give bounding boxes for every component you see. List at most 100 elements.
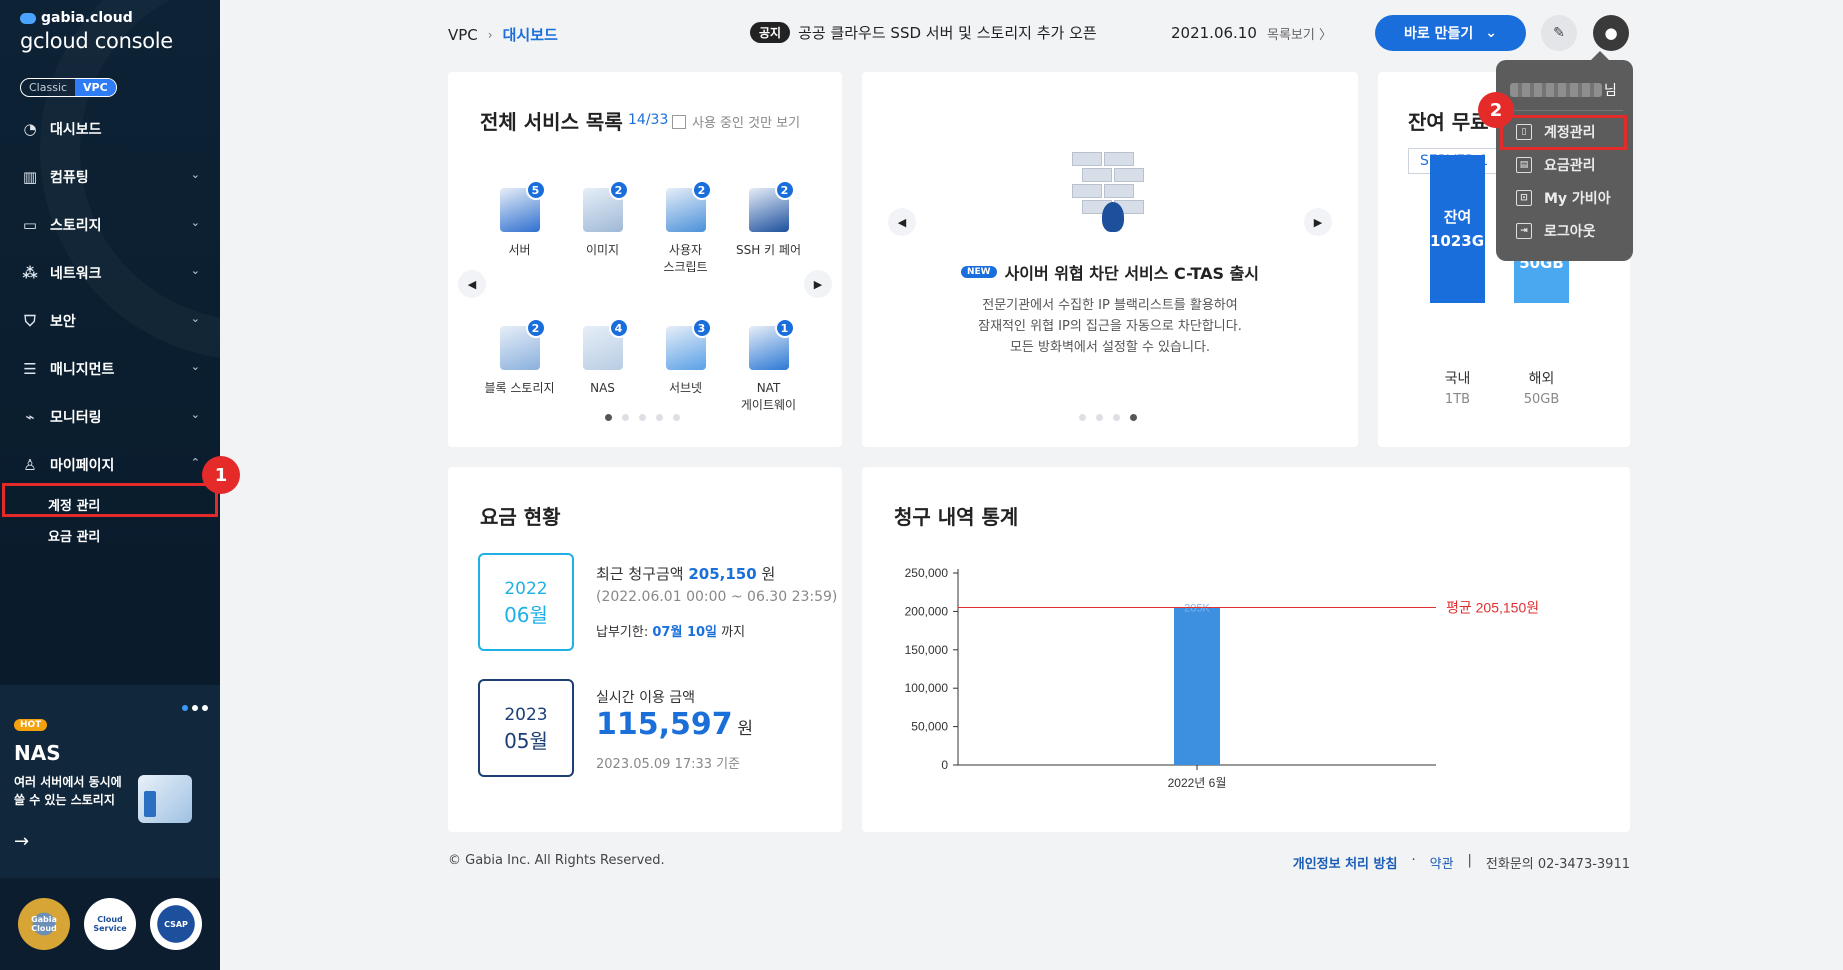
sidebar-item-management[interactable]: ☰ 매니지먼트 ⌄ [0,345,220,393]
chevron-down-icon: ⌄ [190,360,200,373]
new-badge: NEW [960,266,997,278]
network-icon: ⁂ [22,264,38,282]
in-use-filter-label: 사용 중인 것만 보기 [692,116,801,131]
due-date-row: 납부기한: 07월 10일 까지 [596,621,745,640]
due-date: 07월 10일 [652,625,718,640]
notice-bar[interactable]: 공지 공공 클라우드 SSD 서버 및 스토리지 추가 오픈 [750,22,1097,43]
cert-badge-icon: Gabia Cloud [18,898,70,950]
service-item[interactable]: 5 서버 [478,180,561,308]
currency-label: 원 [737,719,754,739]
chat-button[interactable]: ✎ [1541,15,1577,51]
notice-list-link[interactable]: 목록보기 〉 [1267,24,1332,43]
sidebar-item-security[interactable]: ⛉ 보안 ⌄ [0,297,220,345]
step-badge-1: 1 [202,456,240,494]
billing-month-box: 2022 06월 [478,553,574,651]
chevron-down-icon: ⌄ [1485,25,1497,41]
sidebar-item-mypage[interactable]: ♙ 마이페이지 ⌃ [0,441,220,489]
banner-next-button[interactable]: ▶ [1304,208,1332,236]
service-count-badge: 2 [525,318,546,338]
recent-bill-period: (2022.06.01 00:00 ~ 06.30 23:59) [596,589,838,605]
user-menu-button[interactable]: ● [1593,15,1629,51]
user-dropdown-menu: 님 ▯ 계정관리 ▤ 요금관리 ⊡ My 가비아 ⇥ 로그아웃 [1496,51,1633,261]
recent-bill-row: 최근 청구금액 205,150 원 [596,563,775,584]
monitoring-icon: ⌁ [25,408,35,426]
realtime-label: 실시간 이용 금액 [596,690,696,706]
region-label: 국내 [1444,371,1471,387]
dropdown-item-my-gabia[interactable]: ⊡ My 가비아 [1516,188,1611,208]
arrow-right-icon[interactable]: → [14,831,29,852]
banner-prev-button[interactable]: ◀ [888,208,916,236]
blurred-username [1510,83,1602,97]
sidebar-subitem-billing[interactable]: 요금 관리 [48,520,220,551]
service-label: SSH 키 페어 [735,243,801,257]
carousel-prev-button[interactable]: ◀ [458,270,486,298]
sidebar-item-label: 보안 [50,314,76,330]
user-name-suffix: 님 [1604,83,1617,99]
notice-tag: 공지 [750,22,791,43]
in-use-filter[interactable]: 사용 중인 것만 보기 [672,112,800,131]
user-icon: ♙ [23,456,37,474]
service-item[interactable]: 1 NAT 게이트웨이 [727,318,810,446]
sidebar-item-storage[interactable]: ▭ 스토리지 ⌄ [0,201,220,249]
dropdown-item-label: 로그아웃 [1544,224,1596,240]
service-item[interactable]: 3 서브넷 [644,318,727,446]
breadcrumb-current: 대시보드 [502,26,558,44]
due-suffix: 까지 [721,625,746,640]
dashboard-icon: ◔ [23,120,37,138]
service-pager[interactable] [605,414,680,421]
banner-desc-line: 모든 방화벽에서 설정할 수 있습니다. [1009,340,1211,355]
sidebar-item-network[interactable]: ⁂ 네트워크 ⌄ [0,249,220,297]
service-item[interactable]: 2 블록 스토리지 [478,318,561,446]
service-label: 이미지 [585,243,620,257]
privacy-link[interactable]: 개인정보 처리 방침 [1293,853,1398,872]
brand-logo[interactable]: gabia.cloud gcloud console [20,10,173,53]
promo-pager[interactable] [182,705,208,711]
due-label: 납부기한: [596,625,649,640]
chevron-down-icon: ⌄ [190,312,200,325]
chevron-down-icon: ⌄ [190,264,200,277]
banner-pager[interactable] [1079,414,1137,421]
y-tick-label: 250,000 [905,566,949,580]
y-tick-label: 0 [941,758,948,772]
cert-badge-icon: CSAP [150,898,202,950]
promo-title: NAS [14,741,61,765]
service-item[interactable]: 2 사용자 스크립트 [644,180,727,308]
mode-switch[interactable]: Classic VPC [20,78,117,97]
service-count-badge: 4 [608,318,629,338]
quick-create-button[interactable]: 바로 만들기 ⌄ [1375,15,1526,51]
sidebar-item-monitoring[interactable]: ⌁ 모니터링 ⌄ [0,393,220,441]
service-grid: 5 서버 2 이미지 2 사용자 스크립트 2 SSH 키 페어 2 블록 스토리지 4 NAS 3 서브… [478,180,812,446]
service-icon: 2 [494,318,546,374]
carousel-next-button[interactable]: ▶ [804,270,832,298]
realtime-year: 2023 [504,705,548,725]
sidebar-item-label: 마이페이지 [50,458,115,474]
x-tick-label: 2022년 6월 [1168,776,1227,790]
mode-vpc[interactable]: VPC [75,79,116,96]
sidebar-item-label: 모니터링 [50,410,102,426]
news-banner-card[interactable]: ◀ ▶ NEW 사이버 위협 차단 서비스 C-TAS 출시 전문기관에서 수집… [862,72,1358,447]
promo-banner[interactable]: HOT NAS 여러 서버에서 동시에 쓸 수 있는 스토리지 → [0,685,220,878]
service-icon: 1 [743,318,795,374]
banner-desc: 전문기관에서 수집한 IP 블랙리스트를 활용하여 잠재적인 위협 IP의 집근… [862,295,1358,358]
y-tick-label: 200,000 [905,604,949,618]
terms-link[interactable]: 약관 [1430,853,1454,872]
firewall-illustration-icon [1072,142,1152,238]
realtime-month: 05월 [504,729,548,753]
service-item[interactable]: 2 이미지 [561,180,644,308]
chevron-up-icon: ⌃ [190,456,200,469]
sidebar-item-dashboard[interactable]: ◔ 대시보드 [0,105,220,153]
sidebar-item-label: 대시보드 [50,122,102,138]
billing-icon: ▤ [1516,157,1532,173]
service-count: 14/33 [628,112,669,128]
service-item[interactable]: 2 SSH 키 페어 [727,180,810,308]
notice-text[interactable]: 공공 클라우드 SSD 서버 및 스토리지 추가 오픈 [798,22,1097,43]
service-item[interactable]: 4 NAS [561,318,644,446]
footer-links: 개인정보 처리 방침 · 약관 | 전화문의 02-3473-3911 [1293,853,1630,872]
dropdown-item-billing[interactable]: ▤ 요금관리 [1516,155,1596,175]
sidebar-item-computing[interactable]: ▥ 컴퓨팅 ⌄ [0,153,220,201]
mode-classic[interactable]: Classic [21,79,75,96]
breadcrumb-root[interactable]: VPC [448,26,478,44]
service-label: 서브넷 [668,381,703,395]
dropdown-item-logout[interactable]: ⇥ 로그아웃 [1516,221,1596,241]
checkbox[interactable] [672,114,686,129]
